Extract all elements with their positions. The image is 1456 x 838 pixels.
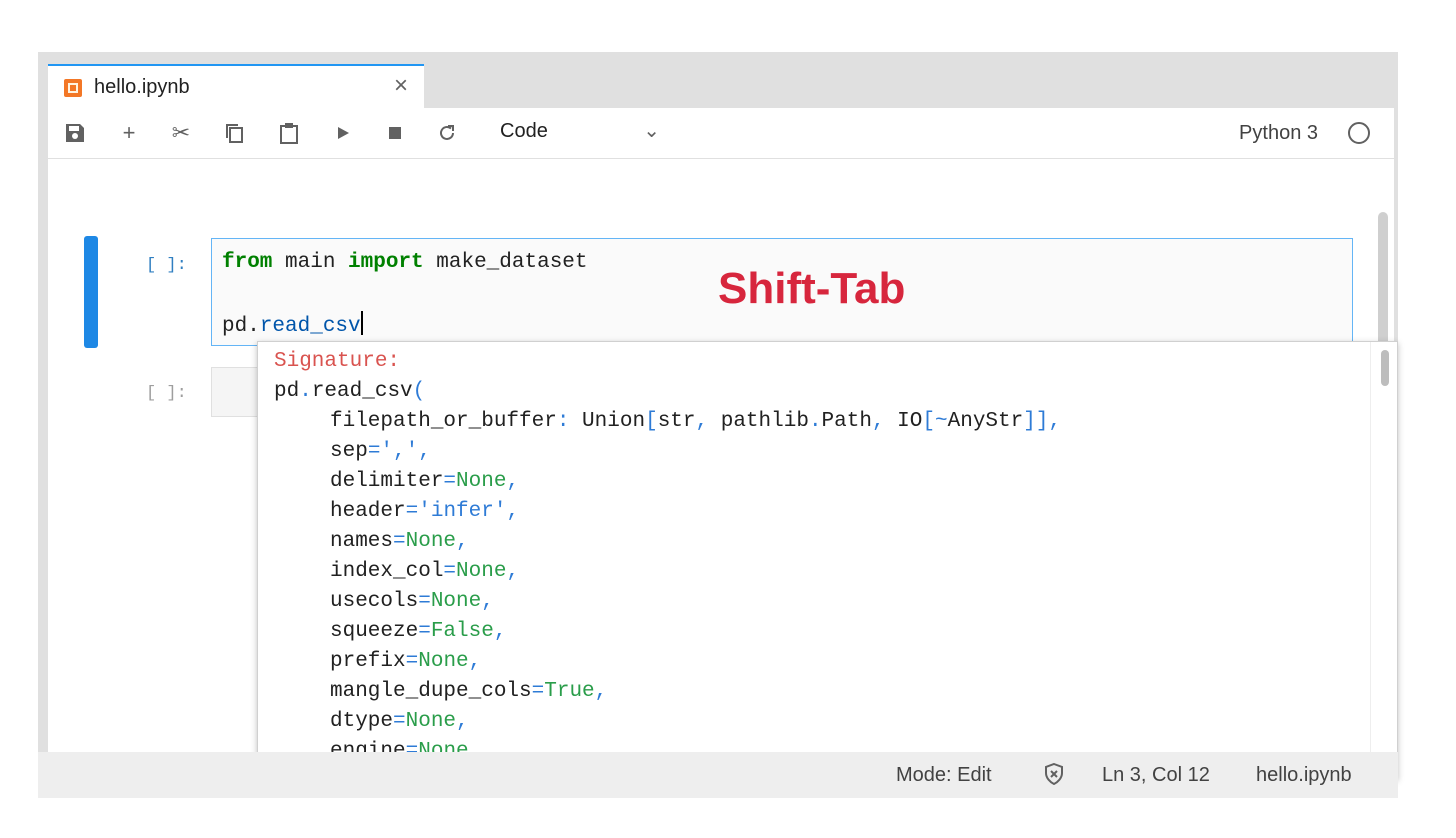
run-icon[interactable] bbox=[328, 118, 358, 148]
cell-prompt-2: [ ]: bbox=[146, 384, 187, 403]
close-icon[interactable]: × bbox=[394, 72, 408, 100]
mode-indicator[interactable]: Mode: Edit bbox=[896, 764, 992, 787]
cell-prompt: [ ]: bbox=[146, 256, 187, 275]
kernel-name[interactable]: Python 3 bbox=[1239, 122, 1318, 145]
param-line: squeeze=False, bbox=[330, 620, 507, 643]
stop-icon[interactable] bbox=[380, 118, 410, 148]
code-line-1: from main import make_dataset bbox=[222, 251, 588, 274]
cell-type-dropdown[interactable]: Code ⌄ bbox=[500, 120, 660, 148]
signature-call: pd.read_csv( bbox=[274, 380, 426, 403]
param-line: index_col=None, bbox=[330, 560, 520, 583]
code-line-3: pd.read_csv bbox=[222, 311, 363, 338]
jupyterlab-window: hello.ipynb × + ✂ Code ⌄ Python 3 []: f… bbox=[38, 52, 1398, 798]
status-filename: hello.ipynb bbox=[1256, 764, 1352, 786]
add-icon[interactable]: + bbox=[114, 118, 144, 148]
tab-hello-ipynb[interactable]: hello.ipynb × bbox=[48, 64, 424, 110]
cell-collapser[interactable] bbox=[84, 236, 98, 348]
text-cursor bbox=[360, 311, 363, 335]
param-line: header='infer', bbox=[330, 500, 520, 523]
status-bar: Mode: Edit Ln 3, Col 12 hello.ipynb bbox=[38, 752, 1398, 798]
param-line: mangle_dupe_cols=True, bbox=[330, 680, 608, 703]
paste-icon[interactable] bbox=[274, 118, 304, 148]
notebook-panel: + ✂ Code ⌄ Python 3 []: from main impor… bbox=[48, 108, 1398, 790]
chevron-down-icon: ⌄ bbox=[643, 120, 660, 142]
notebook-toolbar: + ✂ Code ⌄ Python 3 bbox=[48, 108, 1394, 159]
copy-icon[interactable] bbox=[220, 118, 250, 148]
param-line: delimiter=None, bbox=[330, 470, 520, 493]
signature-label: Signature: bbox=[274, 350, 401, 373]
shield-icon[interactable] bbox=[1044, 763, 1064, 785]
kernel-status-icon bbox=[1348, 122, 1370, 144]
cursor-position[interactable]: Ln 3, Col 12 bbox=[1102, 764, 1210, 787]
tooltip-scrollbar[interactable] bbox=[1370, 342, 1397, 778]
cell-type-value: Code bbox=[500, 120, 548, 142]
param-line: prefix=None, bbox=[330, 650, 482, 673]
param-line: sep=',', bbox=[330, 440, 431, 463]
signature-tooltip: Signature: pd.read_csv( filepath_or_buff… bbox=[257, 341, 1398, 779]
param-line: filepath_or_buffer: Union[str, pathlib.P… bbox=[330, 410, 1062, 433]
tab-title: hello.ipynb bbox=[94, 76, 190, 98]
save-icon[interactable] bbox=[60, 118, 90, 148]
notebook-icon bbox=[64, 79, 82, 97]
param-line: dtype=None, bbox=[330, 710, 469, 733]
cut-icon[interactable]: ✂ bbox=[166, 118, 196, 148]
shift-tab-overlay: Shift-Tab bbox=[718, 264, 906, 313]
param-line: usecols=None, bbox=[330, 590, 494, 613]
param-line: names=None, bbox=[330, 530, 469, 553]
restart-icon[interactable] bbox=[432, 118, 462, 148]
tooltip-scroll-thumb[interactable] bbox=[1381, 350, 1389, 386]
